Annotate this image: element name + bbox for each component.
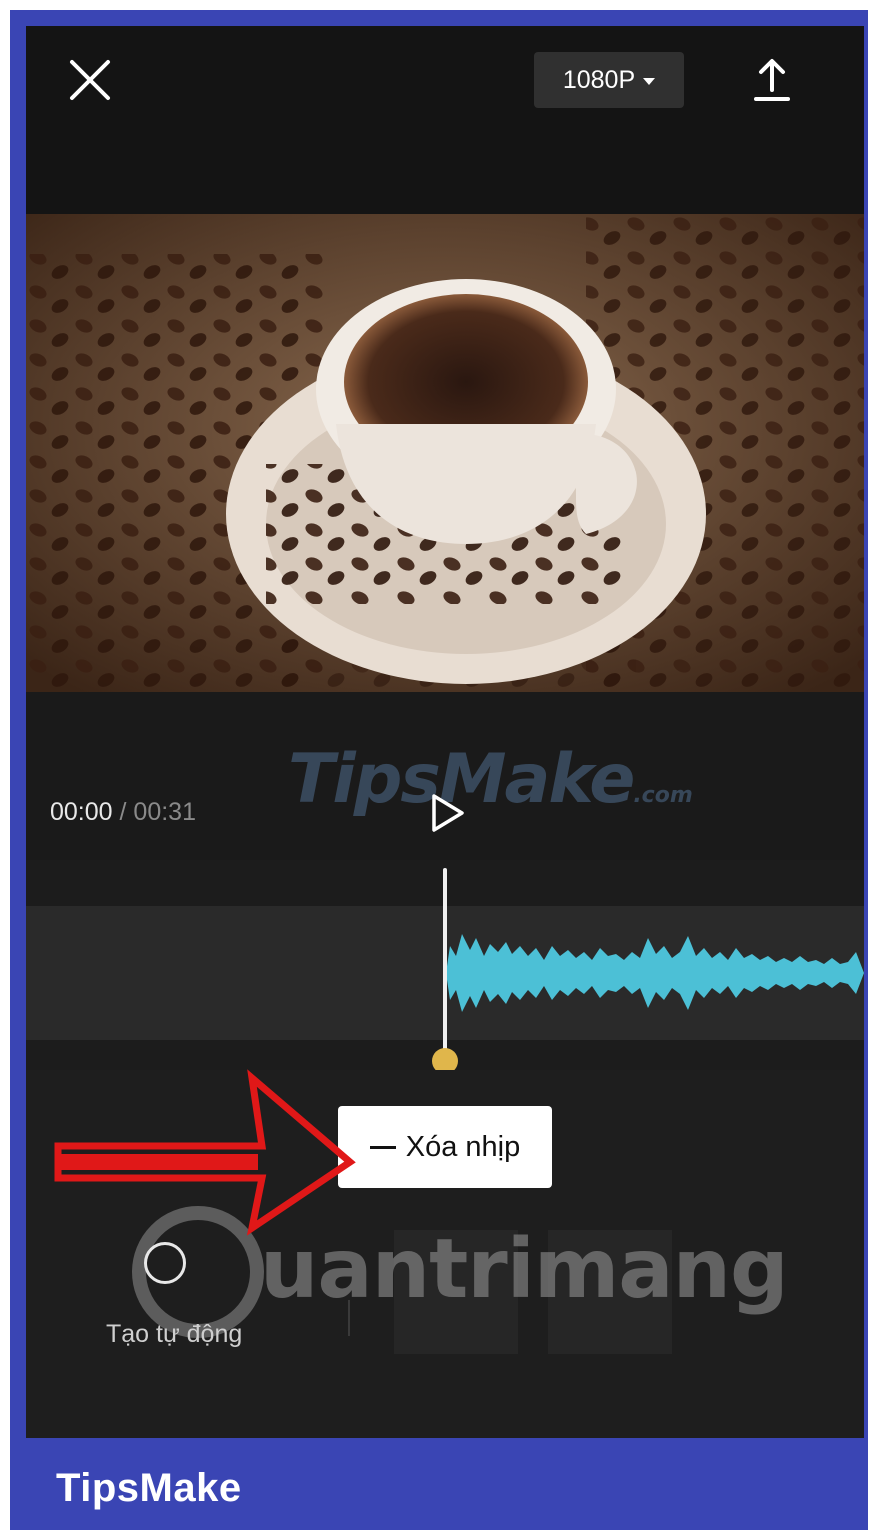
total-duration: 00:31 — [133, 798, 196, 826]
playhead[interactable] — [443, 868, 447, 1064]
time-display: 00:00 / 00:31 — [50, 798, 196, 827]
editor-screen: 1080P TipsMake.com 00:00 / 00:31 uantrim… — [26, 26, 864, 1438]
video-preview — [26, 214, 864, 692]
auto-generate-icon — [144, 1242, 186, 1284]
play-button[interactable] — [426, 792, 468, 834]
resolution-dropdown[interactable]: 1080P — [534, 52, 684, 108]
footer-brand: TipsMake — [56, 1466, 242, 1510]
close-icon — [70, 60, 110, 100]
export-upload-icon — [754, 59, 790, 101]
time-separator: / — [119, 798, 127, 826]
chevron-down-icon — [643, 77, 656, 85]
export-button[interactable] — [748, 56, 796, 104]
current-time: 00:00 — [50, 798, 113, 826]
auto-generate-label: Tạo tự động — [106, 1320, 243, 1348]
delete-beat-label: Xóa nhịp — [405, 1130, 521, 1163]
tipsmake-watermark: TipsMake.com — [288, 740, 693, 819]
close-button[interactable] — [66, 56, 114, 104]
playback-controls: TipsMake.com 00:00 / 00:31 — [26, 692, 864, 860]
audio-waveform — [446, 934, 864, 1012]
resolution-label: 1080P — [562, 65, 636, 94]
play-icon — [432, 794, 464, 832]
auto-generate-button[interactable]: Tạo tự động — [96, 1240, 276, 1360]
annotation-arrow-icon — [54, 1069, 356, 1236]
